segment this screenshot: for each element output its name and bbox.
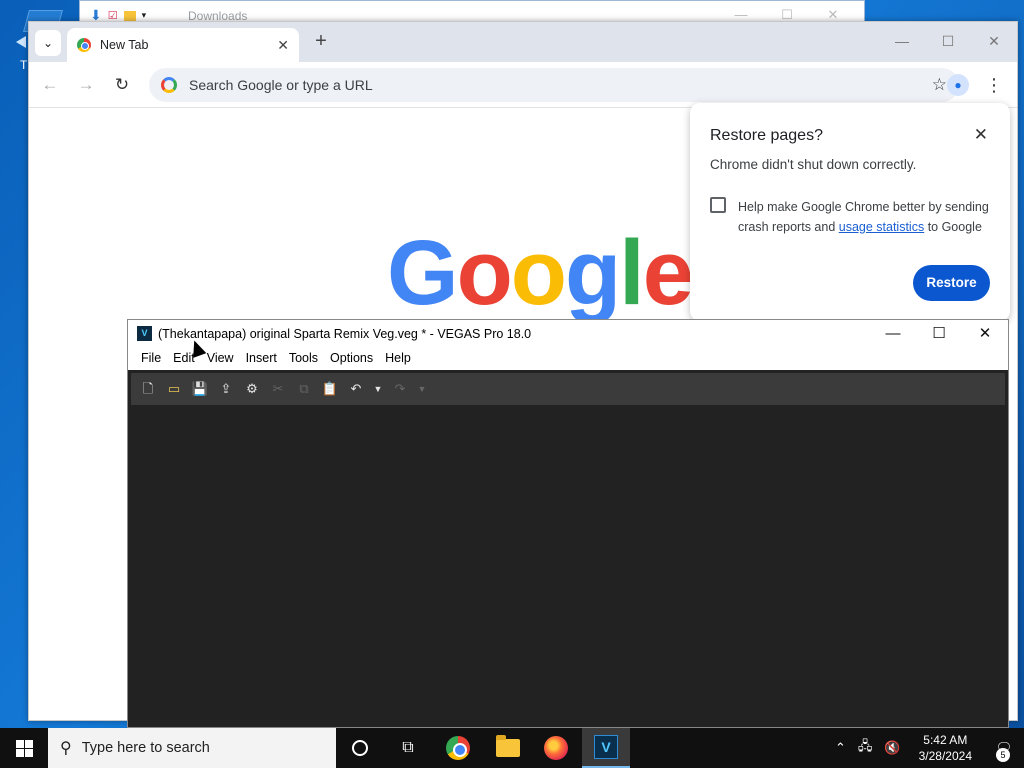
- restore-title: Restore pages?: [710, 127, 823, 144]
- vegas-pro-window: V (Thekantapapa) original Sparta Remix V…: [127, 319, 1009, 728]
- usage-statistics-link[interactable]: usage statistics: [839, 220, 924, 234]
- render-as-icon[interactable]: ⇪: [217, 380, 235, 398]
- maximize-button[interactable]: ☐: [925, 22, 971, 60]
- task-view-icon: ⧉: [402, 739, 414, 756]
- profile-avatar-button[interactable]: ●: [947, 74, 969, 96]
- taskbar-vegas[interactable]: V: [582, 728, 630, 768]
- taskbar: ⚲ Type here to search ⧉ V ⌃ 🖧 🔇 5:42 AM …: [0, 728, 1024, 768]
- vegas-menubar: File Edit View Insert Tools Options Help: [128, 348, 1008, 370]
- new-project-icon[interactable]: 🗋: [139, 380, 157, 398]
- cut-icon[interactable]: ✂: [269, 380, 287, 398]
- clock-time: 5:42 AM: [923, 733, 968, 747]
- cortana-button[interactable]: [336, 728, 384, 768]
- clock-date: 3/28/2024: [918, 749, 972, 763]
- search-placeholder: Type here to search: [81, 740, 210, 756]
- help-text-end: to Google: [924, 220, 982, 234]
- google-logo-letter: o: [510, 222, 567, 324]
- google-g-icon: [161, 77, 177, 93]
- vegas-toolbar: 🗋 ▭ 💾 ⇪ ⚙ ✂ ⧉ 📋 ↶ ▼ ↷ ▼: [131, 373, 1005, 405]
- redo-icon[interactable]: ↷: [391, 380, 409, 398]
- chevron-up-icon[interactable]: ⌃: [835, 740, 846, 756]
- tab-close-icon[interactable]: ✕: [277, 37, 289, 54]
- google-logo-letter: l: [619, 222, 645, 324]
- person-icon: ●: [954, 78, 962, 92]
- google-logo-letter: g: [564, 222, 621, 324]
- google-logo: Google: [387, 227, 694, 319]
- system-tray: ⌃ 🖧 🔇 5:42 AM 3/28/2024 🗨 5: [829, 728, 1024, 768]
- notification-count-badge: 5: [996, 748, 1010, 762]
- close-button[interactable]: ✕: [962, 320, 1008, 348]
- start-button[interactable]: [0, 728, 48, 768]
- taskbar-firefox[interactable]: [532, 728, 580, 768]
- restore-message: Chrome didn't shut down correctly.: [710, 157, 917, 172]
- open-folder-icon[interactable]: ▭: [165, 380, 183, 398]
- undo-icon[interactable]: ↶: [347, 380, 365, 398]
- customize-qa-icon[interactable]: ▾: [142, 10, 147, 21]
- restore-pages-bubble: Restore pages? ✕ Chrome didn't shut down…: [690, 103, 1010, 321]
- crash-report-checkbox[interactable]: [710, 197, 726, 213]
- chrome-toolbar: ← → ↻ ☆ ● ⋮: [29, 62, 1017, 108]
- taskbar-chrome[interactable]: [434, 728, 482, 768]
- menu-help[interactable]: Help: [379, 348, 417, 370]
- search-icon: ⚲: [60, 740, 72, 757]
- close-button[interactable]: ✕: [971, 22, 1017, 60]
- chrome-menu-button[interactable]: ⋮: [983, 74, 1005, 96]
- minimize-button[interactable]: —: [879, 22, 925, 60]
- chevron-down-icon: ⌄: [42, 36, 54, 50]
- address-input[interactable]: [189, 77, 932, 93]
- network-icon[interactable]: 🖧: [858, 737, 873, 759]
- vegas-window-title: (Thekantapapa) original Sparta Remix Veg…: [158, 327, 532, 341]
- close-icon[interactable]: ✕: [974, 125, 988, 145]
- vegas-window-controls: — ☐ ✕: [870, 320, 1008, 348]
- volume-muted-icon[interactable]: 🔇: [884, 740, 900, 756]
- redo-history-dropdown-icon[interactable]: ▼: [417, 380, 427, 398]
- tab-search-button[interactable]: ⌄: [35, 30, 61, 56]
- taskbar-file-explorer[interactable]: [484, 728, 532, 768]
- cortana-circle-icon: [352, 740, 368, 756]
- forward-button[interactable]: →: [75, 74, 97, 96]
- copy-icon[interactable]: ⧉: [295, 380, 313, 398]
- new-tab-button[interactable]: +: [311, 31, 331, 52]
- windows-logo-icon: [15, 739, 33, 757]
- google-logo-letter: G: [387, 222, 459, 324]
- menu-options[interactable]: Options: [324, 348, 379, 370]
- action-center-button[interactable]: 🗨 5: [984, 728, 1024, 768]
- clock[interactable]: 5:42 AM 3/28/2024: [919, 732, 972, 764]
- tab-new-tab[interactable]: New Tab ✕: [67, 28, 299, 62]
- omnibox[interactable]: ☆: [149, 68, 959, 102]
- folder-icon: [496, 735, 520, 757]
- tab-strip: ⌄ New Tab ✕ + — ☐ ✕: [29, 22, 1017, 62]
- google-logo-letter: e: [642, 222, 694, 324]
- shortcut-arrow-icon: [16, 36, 26, 48]
- google-logo-letter: o: [456, 222, 513, 324]
- vegas-icon: V: [594, 735, 618, 759]
- firefox-icon: [544, 736, 568, 760]
- chrome-icon: [446, 736, 470, 760]
- task-view-button[interactable]: ⧉: [384, 728, 432, 768]
- minimize-button[interactable]: —: [870, 320, 916, 348]
- menu-insert[interactable]: Insert: [240, 348, 283, 370]
- vegas-logo-icon: V: [137, 326, 152, 341]
- paste-icon[interactable]: 📋: [321, 380, 339, 398]
- chrome-window-controls: — ☐ ✕: [879, 22, 1017, 60]
- crash-report-label: Help make Google Chrome better by sendin…: [738, 197, 990, 237]
- new-folder-icon[interactable]: [123, 10, 136, 21]
- maximize-button[interactable]: ☐: [916, 320, 962, 348]
- properties-gear-icon[interactable]: ⚙: [243, 380, 261, 398]
- menu-view[interactable]: View: [201, 348, 240, 370]
- menu-file[interactable]: File: [135, 348, 167, 370]
- reload-button[interactable]: ↻: [111, 74, 133, 96]
- chrome-favicon-icon: [77, 38, 91, 52]
- vegas-titlebar[interactable]: V (Thekantapapa) original Sparta Remix V…: [128, 320, 1008, 348]
- bookmark-star-icon[interactable]: ☆: [932, 75, 947, 95]
- tab-title: New Tab: [100, 38, 149, 52]
- restore-button[interactable]: Restore: [913, 265, 990, 301]
- taskbar-search-box[interactable]: ⚲ Type here to search: [48, 728, 336, 768]
- menu-tools[interactable]: Tools: [283, 348, 324, 370]
- back-button[interactable]: ←: [39, 74, 61, 96]
- undo-history-dropdown-icon[interactable]: ▼: [373, 380, 383, 398]
- save-icon[interactable]: 💾: [191, 380, 209, 398]
